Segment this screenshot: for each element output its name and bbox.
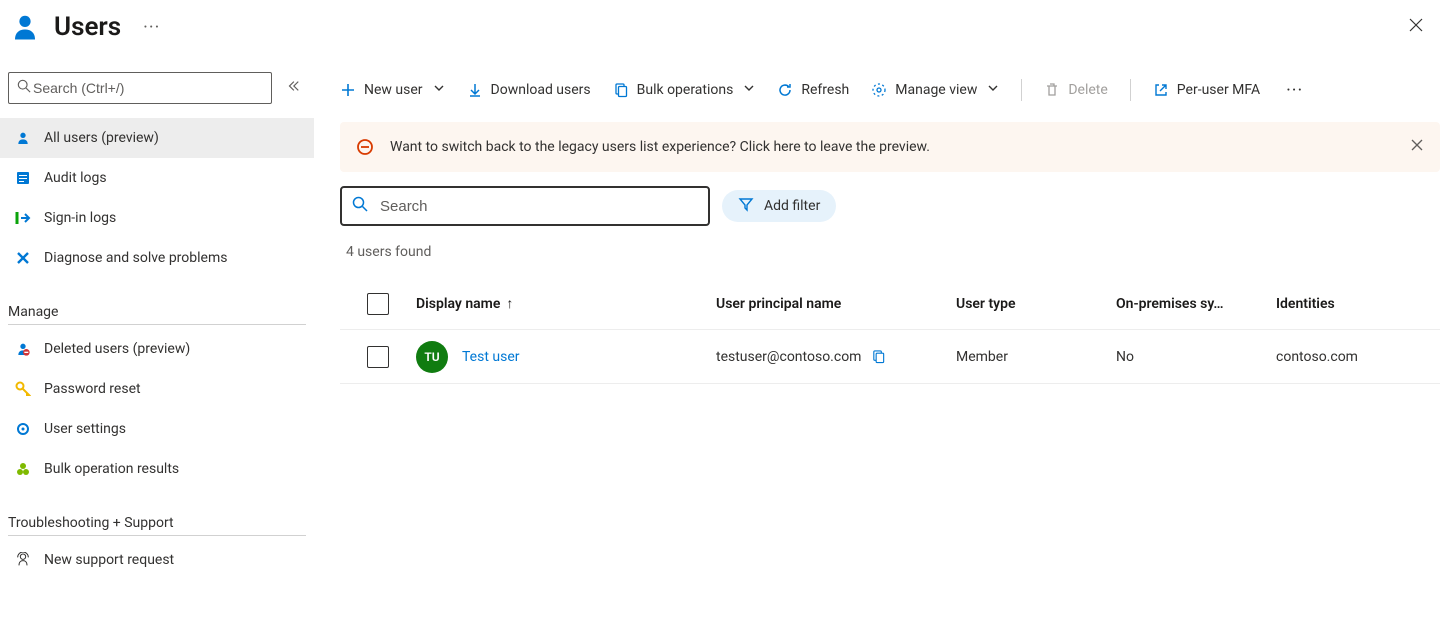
close-button[interactable] bbox=[1402, 11, 1430, 43]
column-header-display-name[interactable]: Display name↑ bbox=[416, 295, 716, 312]
user-type: Member bbox=[956, 349, 1116, 365]
divider bbox=[8, 324, 306, 325]
toolbar-label: Per-user MFA bbox=[1177, 82, 1260, 98]
page-header: Users ··· bbox=[0, 0, 1452, 54]
deleted-user-icon bbox=[14, 340, 32, 358]
user-settings-icon bbox=[14, 420, 32, 438]
sidebar-search-input[interactable] bbox=[31, 79, 263, 97]
sidebar: All users (preview) Audit logs Sign-in l… bbox=[0, 54, 314, 615]
sidebar-item-all-users[interactable]: All users (preview) bbox=[0, 118, 314, 158]
refresh-button[interactable]: Refresh bbox=[777, 82, 849, 98]
main-search-input[interactable] bbox=[378, 197, 698, 216]
chevron-down-icon bbox=[743, 82, 755, 98]
users-table: Display name↑ User principal name User t… bbox=[340, 278, 1440, 384]
search-icon bbox=[17, 79, 31, 97]
toolbar-overflow-button[interactable]: ··· bbox=[1282, 80, 1307, 101]
person-icon bbox=[14, 129, 32, 147]
banner-text: Want to switch back to the legacy users … bbox=[390, 139, 930, 155]
download-icon bbox=[467, 82, 483, 98]
search-icon bbox=[352, 196, 368, 216]
external-link-icon bbox=[1153, 82, 1169, 98]
sidebar-item-diagnose[interactable]: Diagnose and solve problems bbox=[0, 238, 314, 278]
banner-close-button[interactable] bbox=[1410, 138, 1424, 156]
page-title: Users bbox=[54, 12, 121, 42]
column-header-onprem[interactable]: On-premises sy… bbox=[1116, 296, 1276, 312]
logs-icon bbox=[14, 169, 32, 187]
filter-icon bbox=[738, 196, 754, 216]
toolbar-label: Download users bbox=[491, 82, 591, 98]
sidebar-item-label: Password reset bbox=[44, 381, 141, 397]
sidebar-item-label: Deleted users (preview) bbox=[44, 341, 190, 357]
sort-asc-icon: ↑ bbox=[506, 296, 513, 312]
on-premises-sync: No bbox=[1116, 349, 1276, 365]
toolbar-label: New user bbox=[364, 82, 423, 98]
preview-banner[interactable]: Want to switch back to the legacy users … bbox=[340, 122, 1440, 172]
per-user-mfa-button[interactable]: Per-user MFA bbox=[1153, 82, 1260, 98]
results-count: 4 users found bbox=[346, 244, 1440, 260]
warning-icon bbox=[356, 138, 374, 156]
sidebar-item-label: Bulk operation results bbox=[44, 461, 179, 477]
users-icon bbox=[8, 10, 42, 44]
sidebar-item-signin-logs[interactable]: Sign-in logs bbox=[0, 198, 314, 238]
plus-icon bbox=[340, 82, 356, 98]
sidebar-item-label: All users (preview) bbox=[44, 130, 159, 146]
divider bbox=[8, 535, 306, 536]
toolbar-label: Bulk operations bbox=[637, 82, 734, 98]
delete-button: Delete bbox=[1044, 82, 1107, 98]
download-users-button[interactable]: Download users bbox=[467, 82, 591, 98]
sidebar-item-audit-logs[interactable]: Audit logs bbox=[0, 158, 314, 198]
refresh-icon bbox=[777, 82, 793, 98]
gear-icon bbox=[871, 82, 887, 98]
chevron-down-icon bbox=[433, 82, 445, 98]
row-checkbox[interactable] bbox=[367, 346, 389, 368]
sidebar-item-label: New support request bbox=[44, 552, 174, 568]
main-search[interactable] bbox=[340, 186, 710, 226]
sidebar-item-label: User settings bbox=[44, 421, 126, 437]
copy-icon[interactable] bbox=[871, 349, 886, 364]
trash-icon bbox=[1044, 82, 1060, 98]
avatar: TU bbox=[416, 341, 448, 373]
header-more-icon[interactable]: ··· bbox=[143, 17, 160, 38]
diagnose-icon bbox=[14, 249, 32, 267]
column-header-identities[interactable]: Identities bbox=[1276, 296, 1440, 312]
column-header-upn[interactable]: User principal name bbox=[716, 296, 956, 312]
select-all-checkbox[interactable] bbox=[367, 293, 389, 315]
toolbar-label: Delete bbox=[1068, 82, 1107, 98]
table-row[interactable]: TU Test user testuser@contoso.com Member… bbox=[340, 330, 1440, 384]
sidebar-item-new-support[interactable]: New support request bbox=[0, 540, 314, 580]
identities: contoso.com bbox=[1276, 349, 1440, 365]
key-icon bbox=[14, 380, 32, 398]
table-header-row: Display name↑ User principal name User t… bbox=[340, 278, 1440, 330]
collapse-sidebar-button[interactable] bbox=[280, 73, 306, 103]
sidebar-item-bulk-results[interactable]: Bulk operation results bbox=[0, 449, 314, 489]
toolbar-label: Refresh bbox=[801, 82, 849, 98]
chevron-down-icon bbox=[987, 82, 999, 98]
user-principal-name: testuser@contoso.com bbox=[716, 349, 861, 365]
column-header-user-type[interactable]: User type bbox=[956, 296, 1116, 312]
sidebar-item-label: Audit logs bbox=[44, 170, 107, 186]
sidebar-item-user-settings[interactable]: User settings bbox=[0, 409, 314, 449]
bulk-icon bbox=[613, 82, 629, 98]
new-user-button[interactable]: New user bbox=[340, 82, 445, 98]
sidebar-search[interactable] bbox=[8, 72, 272, 104]
toolbar-separator bbox=[1021, 79, 1022, 101]
sidebar-item-deleted-users[interactable]: Deleted users (preview) bbox=[0, 329, 314, 369]
filter-pill-label: Add filter bbox=[764, 198, 820, 214]
sidebar-item-label: Sign-in logs bbox=[44, 210, 116, 226]
bulk-results-icon bbox=[14, 460, 32, 478]
manage-view-button[interactable]: Manage view bbox=[871, 82, 999, 98]
main-content: New user Download users Bulk operations bbox=[314, 54, 1452, 615]
toolbar-label: Manage view bbox=[895, 82, 977, 98]
bulk-operations-button[interactable]: Bulk operations bbox=[613, 82, 756, 98]
signin-icon bbox=[14, 209, 32, 227]
user-display-name-link[interactable]: Test user bbox=[462, 349, 520, 365]
command-bar: New user Download users Bulk operations bbox=[340, 68, 1440, 112]
sidebar-item-label: Diagnose and solve problems bbox=[44, 250, 227, 266]
sidebar-item-password-reset[interactable]: Password reset bbox=[0, 369, 314, 409]
sidebar-section-troubleshoot: Troubleshooting + Support bbox=[0, 515, 314, 531]
sidebar-section-manage: Manage bbox=[0, 304, 314, 320]
support-icon bbox=[14, 551, 32, 569]
toolbar-separator bbox=[1130, 79, 1131, 101]
add-filter-button[interactable]: Add filter bbox=[722, 190, 836, 222]
